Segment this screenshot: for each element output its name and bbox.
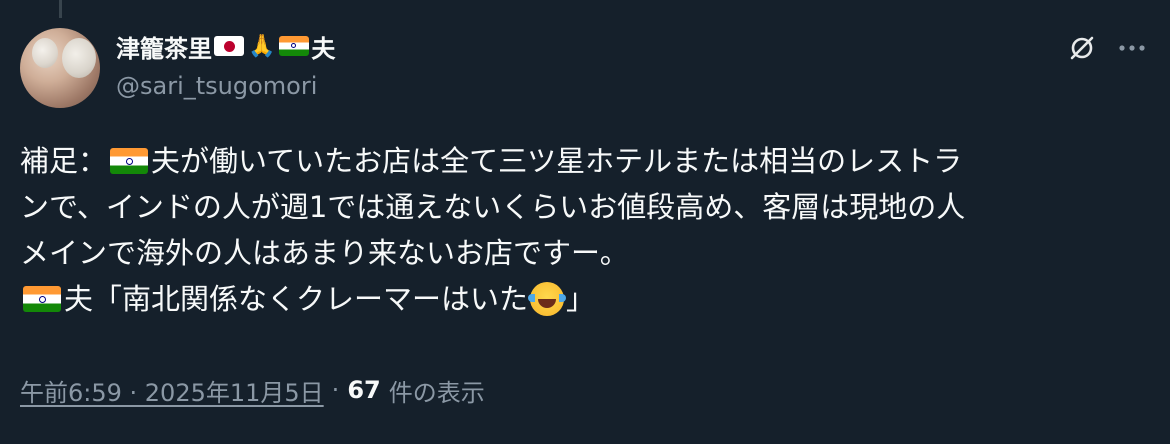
views-count: 67 [347, 376, 381, 404]
tweet-timestamp-link[interactable]: 午前6:59 · 2025年11月5日 [20, 373, 324, 408]
tweet-line-text: メインで海外の人はあまり来ないお店ですー。 [20, 236, 629, 270]
tweet-line-text: ンで、インドの人が週1では通えないくらいお値段高め、客層は現地の人 [20, 190, 966, 224]
flag-india-icon [110, 148, 149, 174]
thread-connector-line [59, 0, 62, 18]
display-name-suffix: 夫 [311, 34, 336, 63]
avatar-plush-toy [62, 38, 96, 78]
meta-separator: · [331, 376, 340, 404]
tweet-text: 補足： 夫が働いていたお店は全て三ツ星ホテルまたは相当のレストラ ンで、インドの… [20, 138, 1160, 322]
flag-india-icon [23, 286, 61, 312]
tweet-meta: 午前6:59 · 2025年11月5日 · 67 件の表示 [20, 372, 485, 408]
tweet-line: ンで、インドの人が週1では通えないくらいお値段高め、客層は現地の人 [20, 184, 1160, 230]
tweet-line-prefix: 補足： [20, 144, 108, 178]
display-name-text: 津籠茶里 [116, 34, 212, 63]
tweet-line: メインで海外の人はあまり来ないお店ですー。 [20, 230, 1160, 276]
flag-japan-icon [214, 36, 244, 56]
tweet-line: 夫「南北関係なくクレーマーはいた 」 [20, 276, 1160, 322]
laughing-tears-icon [528, 282, 567, 316]
tweet-line-end: 」 [566, 282, 596, 316]
folded-hands-icon: 🙏 [248, 33, 276, 59]
avatar-plush-toy [32, 38, 58, 68]
flag-india-icon [279, 36, 310, 56]
more-icon[interactable] [1114, 30, 1150, 66]
tweet-line-text: 夫「南北関係なくクレーマーはいた [64, 282, 529, 316]
user-handle[interactable]: @sari_tsugomori [116, 72, 317, 100]
tweet-line-text: 夫が働いていたお店は全て三ツ星ホテルまたは相当のレストラ [151, 144, 963, 178]
display-name[interactable]: 津籠茶里 🙏 夫 [116, 30, 336, 63]
avatar[interactable] [20, 28, 100, 108]
views-label: 件の表示 [388, 378, 485, 407]
tweet-line: 補足： 夫が働いていたお店は全て三ツ星ホテルまたは相当のレストラ [20, 138, 1160, 184]
grok-icon[interactable] [1064, 30, 1100, 66]
